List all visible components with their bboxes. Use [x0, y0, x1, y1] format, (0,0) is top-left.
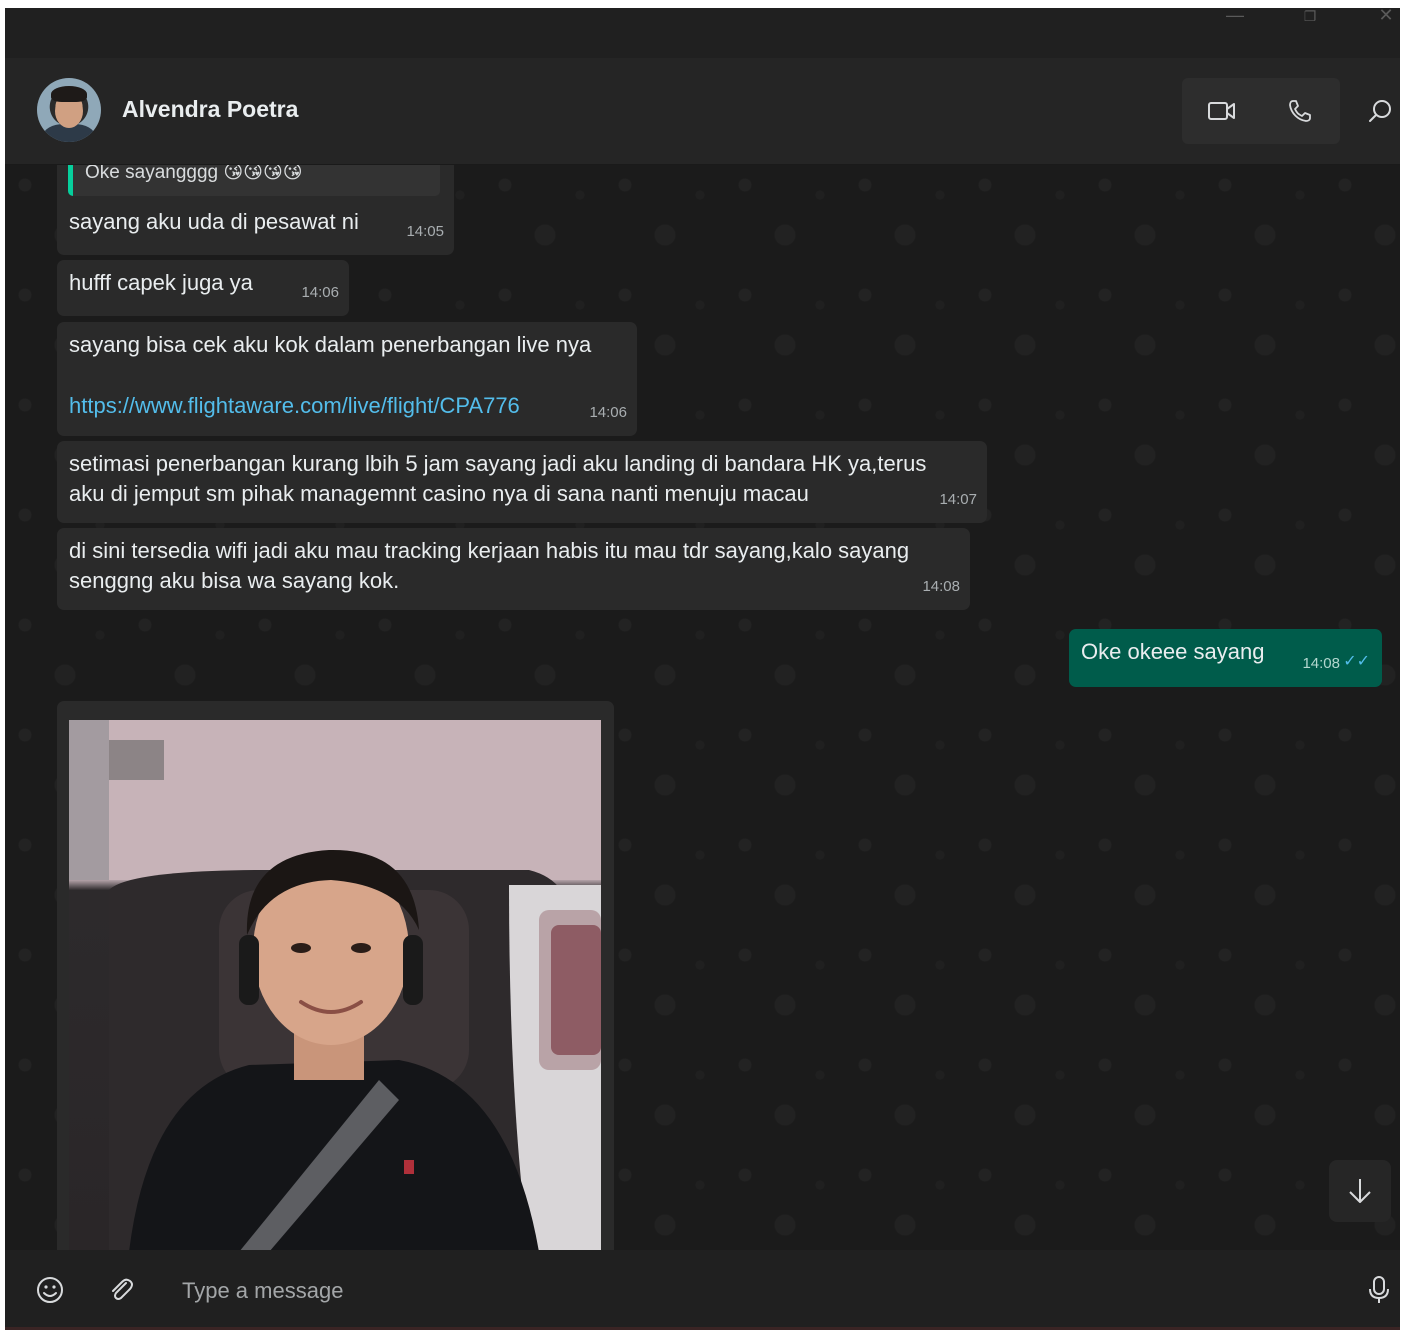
emoji-icon	[37, 1277, 63, 1303]
message-time: 14:06	[589, 404, 627, 421]
voice-call-button[interactable]	[1276, 87, 1324, 135]
minimize-button[interactable]: —	[1203, 8, 1267, 30]
message-composer	[5, 1250, 1400, 1330]
microphone-icon	[1369, 1276, 1389, 1303]
message-text: setimasi penerbangan kurang lbih 5 jam s…	[69, 451, 927, 506]
message-list[interactable]: sayang aku uda di pesawat ni 14:05 Oke s…	[5, 165, 1400, 1250]
restore-button[interactable]: ❐	[1278, 8, 1342, 30]
message-text: di sini tersedia wifi jadi aku mau track…	[69, 538, 910, 593]
message-time: 14:07	[939, 491, 977, 508]
selfie-image	[69, 720, 601, 1250]
read-receipt-icon: ✓✓	[1343, 653, 1370, 670]
message-time: 14:05	[406, 223, 444, 240]
quoted-text: Oke sayangggg 😘😘😘😘	[85, 165, 303, 183]
title-bar: — ❐ ✕	[5, 8, 1400, 58]
avatar[interactable]	[37, 78, 101, 142]
close-button[interactable]: ✕	[1354, 8, 1400, 30]
message-text: hufff capek juga ya	[69, 270, 253, 295]
arrow-down-icon	[1349, 1179, 1371, 1203]
message-input[interactable]	[180, 1274, 1334, 1308]
call-buttons-group	[1182, 78, 1340, 144]
video-call-button[interactable]	[1198, 87, 1246, 135]
message-photo[interactable]	[69, 720, 601, 1250]
message-time: 14:08	[1302, 655, 1340, 672]
scroll-to-bottom-button[interactable]	[1329, 1160, 1391, 1222]
attach-icon	[112, 1278, 133, 1300]
divider	[5, 1327, 1400, 1330]
voice-message-button[interactable]	[1355, 1266, 1400, 1314]
attach-button[interactable]	[97, 1266, 145, 1314]
search-button[interactable]	[1356, 87, 1400, 135]
message-text: sayang aku uda di pesawat ni	[69, 209, 359, 234]
message-text: sayang bisa cek aku kok dalam penerbanga…	[69, 332, 592, 357]
quoted-message[interactable]: Oke sayangggg 😘😘😘😘	[68, 165, 440, 196]
app-window: — ❐ ✕ Alvendra Poetra sayang aku uda di …	[5, 8, 1400, 1330]
chat-header: Alvendra Poetra	[5, 58, 1400, 165]
message-time: 14:08	[922, 578, 960, 595]
message-incoming[interactable]: sayang bisa cek aku kok dalam penerbanga…	[57, 322, 637, 436]
message-incoming[interactable]: setimasi penerbangan kurang lbih 5 jam s…	[57, 441, 987, 523]
message-outgoing[interactable]: Oke okeee sayang 14:08 ✓✓	[1069, 629, 1382, 687]
message-incoming[interactable]: hufff capek juga ya 14:06	[57, 260, 349, 316]
search-icon	[1369, 100, 1391, 122]
message-time: 14:06	[301, 284, 339, 301]
voice-call-icon	[1289, 100, 1311, 122]
message-incoming[interactable]: di sini tersedia wifi jadi aku mau track…	[57, 528, 970, 610]
message-link[interactable]: https://www.flightaware.com/live/flight/…	[69, 391, 625, 421]
contact-name[interactable]: Alvendra Poetra	[122, 96, 298, 123]
emoji-button[interactable]	[26, 1266, 74, 1314]
video-call-icon	[1208, 102, 1235, 120]
